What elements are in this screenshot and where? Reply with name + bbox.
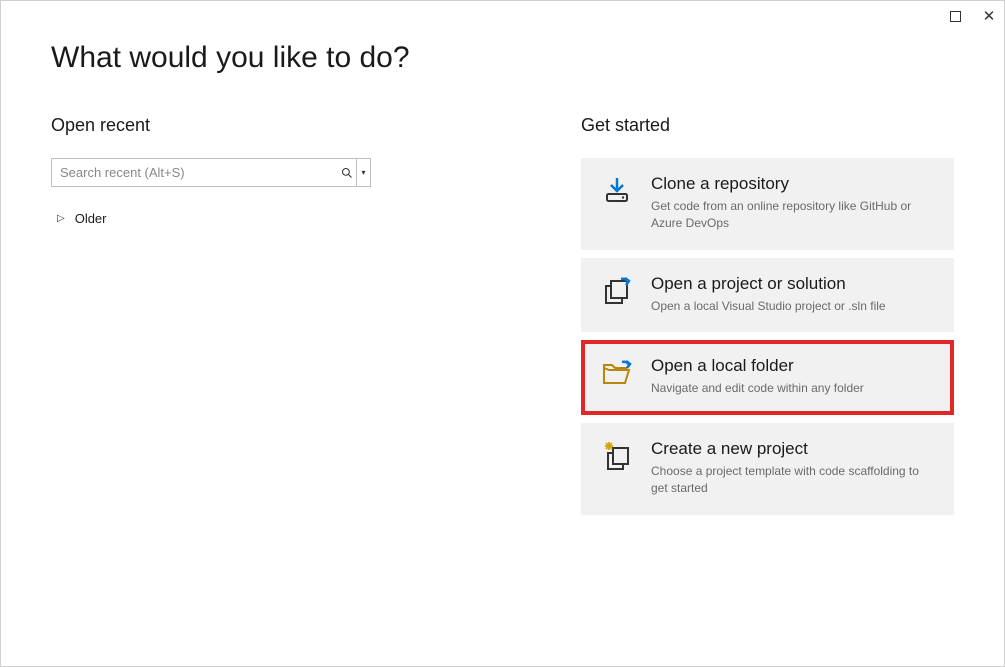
card-title: Clone a repository <box>651 174 934 194</box>
project-icon <box>601 276 633 308</box>
maximize-button[interactable] <box>948 9 962 23</box>
get-started-heading: Get started <box>581 115 954 136</box>
close-button[interactable]: ✕ <box>982 9 996 23</box>
search-button[interactable] <box>338 159 356 186</box>
clone-repository-card[interactable]: Clone a repository Get code from an onli… <box>581 158 954 250</box>
search-icon <box>341 167 353 179</box>
open-recent-heading: Open recent <box>51 115 521 136</box>
close-icon: ✕ <box>983 9 996 24</box>
card-desc: Open a local Visual Studio project or .s… <box>651 298 934 315</box>
new-project-icon <box>601 441 633 473</box>
card-desc: Navigate and edit code within any folder <box>651 380 934 397</box>
card-desc: Get code from an online repository like … <box>651 198 934 232</box>
search-container: ▾ <box>51 158 371 187</box>
page-title: What would you like to do? <box>51 41 954 75</box>
card-title: Open a local folder <box>651 356 934 376</box>
search-dropdown-button[interactable]: ▾ <box>356 159 370 186</box>
create-project-card[interactable]: Create a new project Choose a project te… <box>581 423 954 515</box>
card-title: Create a new project <box>651 439 934 459</box>
open-folder-card[interactable]: Open a local folder Navigate and edit co… <box>581 340 954 415</box>
chevron-right-icon: ▷ <box>57 213 65 224</box>
search-input[interactable] <box>52 159 338 186</box>
chevron-down-icon: ▾ <box>361 168 365 177</box>
open-project-card[interactable]: Open a project or solution Open a local … <box>581 258 954 333</box>
card-desc: Choose a project template with code scaf… <box>651 463 934 497</box>
folder-icon <box>601 358 633 390</box>
square-icon <box>950 11 961 22</box>
older-group[interactable]: ▷ Older <box>51 211 521 226</box>
clone-icon <box>601 176 633 208</box>
older-label: Older <box>75 211 107 226</box>
card-title: Open a project or solution <box>651 274 934 294</box>
